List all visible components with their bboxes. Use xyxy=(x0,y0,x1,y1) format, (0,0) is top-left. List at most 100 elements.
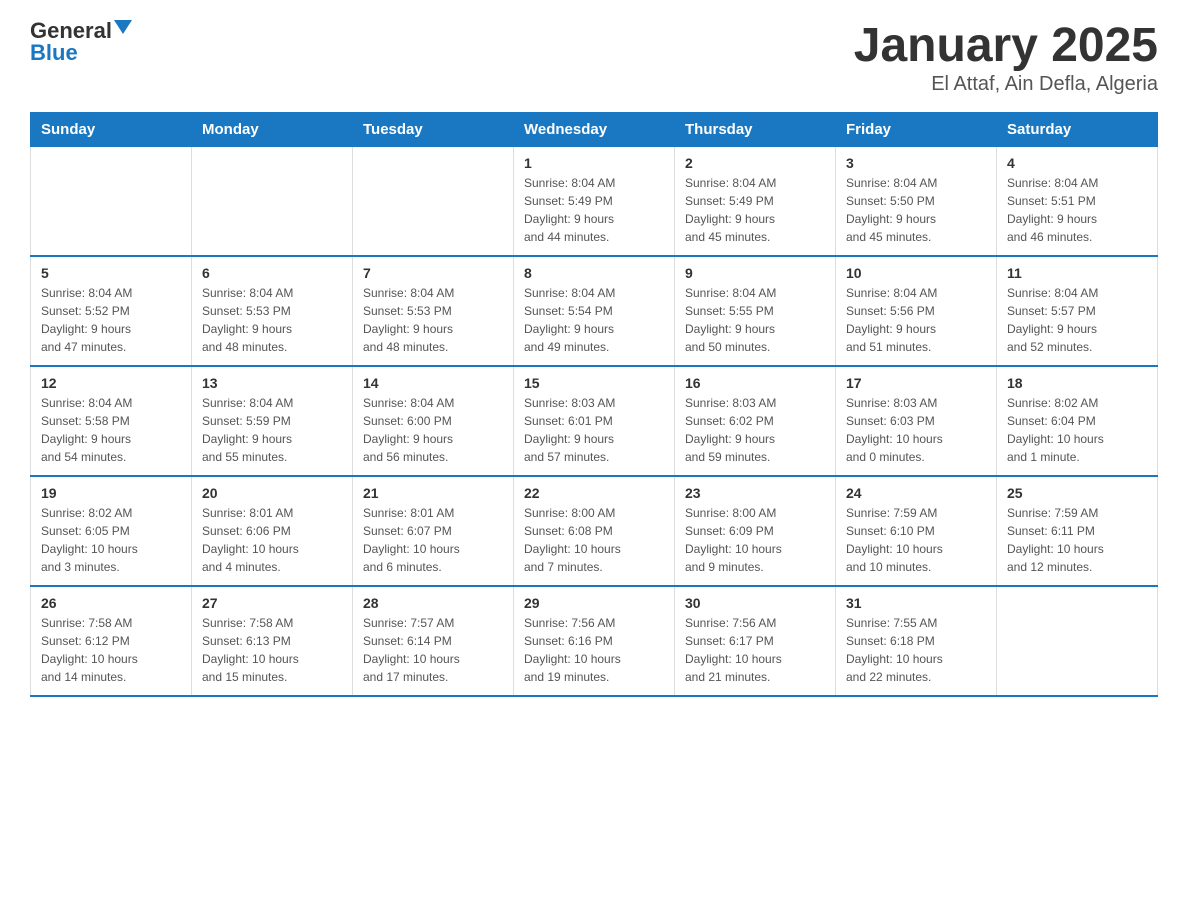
day-number: 20 xyxy=(202,485,342,501)
day-number: 9 xyxy=(685,265,825,281)
day-info: Sunrise: 7:58 AMSunset: 6:12 PMDaylight:… xyxy=(41,614,181,686)
calendar-cell: 28 Sunrise: 7:57 AMSunset: 6:14 PMDayligh… xyxy=(353,586,514,696)
day-number: 16 xyxy=(685,375,825,391)
calendar-cell: 31 Sunrise: 7:55 AMSunset: 6:18 PMDayligh… xyxy=(836,586,997,696)
calendar-cell: 25 Sunrise: 7:59 AMSunset: 6:11 PMDayligh… xyxy=(997,476,1158,586)
logo-text-blue: Blue xyxy=(30,42,78,64)
day-info: Sunrise: 8:04 AMSunset: 5:55 PMDaylight:… xyxy=(685,284,825,356)
day-info: Sunrise: 8:04 AMSunset: 5:56 PMDaylight:… xyxy=(846,284,986,356)
day-number: 12 xyxy=(41,375,181,391)
calendar-cell xyxy=(31,146,192,256)
logo: General Blue xyxy=(30,20,132,64)
calendar-cell: 2 Sunrise: 8:04 AMSunset: 5:49 PMDaylight… xyxy=(675,146,836,256)
day-number: 10 xyxy=(846,265,986,281)
day-info: Sunrise: 7:56 AMSunset: 6:16 PMDaylight:… xyxy=(524,614,664,686)
day-number: 28 xyxy=(363,595,503,611)
calendar-cell: 27 Sunrise: 7:58 AMSunset: 6:13 PMDayligh… xyxy=(192,586,353,696)
calendar-cell: 5 Sunrise: 8:04 AMSunset: 5:52 PMDaylight… xyxy=(31,256,192,366)
calendar-week-row: 1Sunrise: 8:04 AMSunset: 5:49 PMDaylight… xyxy=(31,146,1158,256)
calendar-cell: 16 Sunrise: 8:03 AMSunset: 6:02 PMDayligh… xyxy=(675,366,836,476)
calendar-cell: 15 Sunrise: 8:03 AMSunset: 6:01 PMDayligh… xyxy=(514,366,675,476)
calendar-cell: 17 Sunrise: 8:03 AMSunset: 6:03 PMDayligh… xyxy=(836,366,997,476)
day-number: 24 xyxy=(846,485,986,501)
day-number: 15 xyxy=(524,375,664,391)
calendar-cell: 21 Sunrise: 8:01 AMSunset: 6:07 PMDayligh… xyxy=(353,476,514,586)
calendar-cell: 3 Sunrise: 8:04 AMSunset: 5:50 PMDaylight… xyxy=(836,146,997,256)
day-number: 22 xyxy=(524,485,664,501)
day-info: Sunrise: 8:04 AMSunset: 5:59 PMDaylight:… xyxy=(202,394,342,466)
day-info: Sunrise: 8:04 AMSunset: 5:53 PMDaylight:… xyxy=(363,284,503,356)
col-saturday: Saturday xyxy=(997,112,1158,146)
day-number: 25 xyxy=(1007,485,1147,501)
calendar-cell: 8Sunrise: 8:04 AMSunset: 5:54 PMDaylight… xyxy=(514,256,675,366)
logo-triangle-icon xyxy=(114,20,132,34)
day-info: Sunrise: 8:04 AMSunset: 5:49 PMDaylight:… xyxy=(685,174,825,246)
day-number: 14 xyxy=(363,375,503,391)
calendar-week-row: 19Sunrise: 8:02 AMSunset: 6:05 PMDayligh… xyxy=(31,476,1158,586)
day-info: Sunrise: 8:00 AMSunset: 6:08 PMDaylight:… xyxy=(524,504,664,576)
calendar-cell: 10 Sunrise: 8:04 AMSunset: 5:56 PMDayligh… xyxy=(836,256,997,366)
day-info: Sunrise: 8:00 AMSunset: 6:09 PMDaylight:… xyxy=(685,504,825,576)
day-number: 17 xyxy=(846,375,986,391)
day-info: Sunrise: 7:59 AMSunset: 6:11 PMDaylight:… xyxy=(1007,504,1147,576)
col-friday: Friday xyxy=(836,112,997,146)
day-info: Sunrise: 7:57 AMSunset: 6:14 PMDaylight:… xyxy=(363,614,503,686)
day-number: 13 xyxy=(202,375,342,391)
day-number: 5 xyxy=(41,265,181,281)
calendar-cell: 30Sunrise: 7:56 AMSunset: 6:17 PMDayligh… xyxy=(675,586,836,696)
calendar-cell xyxy=(997,586,1158,696)
day-info: Sunrise: 8:01 AMSunset: 6:07 PMDaylight:… xyxy=(363,504,503,576)
calendar-cell: 4Sunrise: 8:04 AMSunset: 5:51 PMDaylight… xyxy=(997,146,1158,256)
calendar-cell: 11Sunrise: 8:04 AMSunset: 5:57 PMDayligh… xyxy=(997,256,1158,366)
day-number: 27 xyxy=(202,595,342,611)
calendar-cell: 22 Sunrise: 8:00 AMSunset: 6:08 PMDayligh… xyxy=(514,476,675,586)
day-info: Sunrise: 8:04 AMSunset: 5:57 PMDaylight:… xyxy=(1007,284,1147,356)
day-number: 19 xyxy=(41,485,181,501)
day-number: 18 xyxy=(1007,375,1147,391)
day-number: 7 xyxy=(363,265,503,281)
calendar-cell xyxy=(353,146,514,256)
day-info: Sunrise: 8:04 AMSunset: 5:52 PMDaylight:… xyxy=(41,284,181,356)
page-header: General Blue January 2025 El Attaf, Ain … xyxy=(30,20,1158,96)
calendar-cell: 6 Sunrise: 8:04 AMSunset: 5:53 PMDaylight… xyxy=(192,256,353,366)
day-info: Sunrise: 8:04 AMSunset: 5:50 PMDaylight:… xyxy=(846,174,986,246)
day-number: 2 xyxy=(685,155,825,171)
day-info: Sunrise: 7:58 AMSunset: 6:13 PMDaylight:… xyxy=(202,614,342,686)
calendar-cell: 13 Sunrise: 8:04 AMSunset: 5:59 PMDayligh… xyxy=(192,366,353,476)
day-info: Sunrise: 8:04 AMSunset: 6:00 PMDaylight:… xyxy=(363,394,503,466)
day-number: 3 xyxy=(846,155,986,171)
title-block: January 2025 El Attaf, Ain Defla, Algeri… xyxy=(854,20,1158,96)
col-tuesday: Tuesday xyxy=(353,112,514,146)
day-number: 8 xyxy=(524,265,664,281)
calendar-cell xyxy=(192,146,353,256)
calendar-cell: 26 Sunrise: 7:58 AMSunset: 6:12 PMDayligh… xyxy=(31,586,192,696)
day-info: Sunrise: 8:04 AMSunset: 5:49 PMDaylight:… xyxy=(524,174,664,246)
page-title: January 2025 xyxy=(854,20,1158,73)
calendar-cell: 23Sunrise: 8:00 AMSunset: 6:09 PMDayligh… xyxy=(675,476,836,586)
calendar-cell: 24Sunrise: 7:59 AMSunset: 6:10 PMDayligh… xyxy=(836,476,997,586)
calendar-table: Sunday Monday Tuesday Wednesday Thursday… xyxy=(30,112,1158,698)
day-info: Sunrise: 8:03 AMSunset: 6:02 PMDaylight:… xyxy=(685,394,825,466)
calendar-cell: 1Sunrise: 8:04 AMSunset: 5:49 PMDaylight… xyxy=(514,146,675,256)
page-subtitle: El Attaf, Ain Defla, Algeria xyxy=(854,73,1158,96)
day-info: Sunrise: 8:04 AMSunset: 5:58 PMDaylight:… xyxy=(41,394,181,466)
day-info: Sunrise: 8:04 AMSunset: 5:53 PMDaylight:… xyxy=(202,284,342,356)
day-info: Sunrise: 8:04 AMSunset: 5:51 PMDaylight:… xyxy=(1007,174,1147,246)
day-info: Sunrise: 8:03 AMSunset: 6:03 PMDaylight:… xyxy=(846,394,986,466)
calendar-cell: 7 Sunrise: 8:04 AMSunset: 5:53 PMDaylight… xyxy=(353,256,514,366)
day-number: 29 xyxy=(524,595,664,611)
day-info: Sunrise: 8:02 AMSunset: 6:04 PMDaylight:… xyxy=(1007,394,1147,466)
day-number: 30 xyxy=(685,595,825,611)
calendar-week-row: 26 Sunrise: 7:58 AMSunset: 6:12 PMDayligh… xyxy=(31,586,1158,696)
day-number: 31 xyxy=(846,595,986,611)
calendar-cell: 12 Sunrise: 8:04 AMSunset: 5:58 PMDayligh… xyxy=(31,366,192,476)
col-sunday: Sunday xyxy=(31,112,192,146)
day-number: 21 xyxy=(363,485,503,501)
calendar-cell: 29 Sunrise: 7:56 AMSunset: 6:16 PMDayligh… xyxy=(514,586,675,696)
day-info: Sunrise: 8:03 AMSunset: 6:01 PMDaylight:… xyxy=(524,394,664,466)
day-number: 26 xyxy=(41,595,181,611)
calendar-cell: 14 Sunrise: 8:04 AMSunset: 6:00 PMDayligh… xyxy=(353,366,514,476)
day-info: Sunrise: 7:55 AMSunset: 6:18 PMDaylight:… xyxy=(846,614,986,686)
col-wednesday: Wednesday xyxy=(514,112,675,146)
day-number: 6 xyxy=(202,265,342,281)
